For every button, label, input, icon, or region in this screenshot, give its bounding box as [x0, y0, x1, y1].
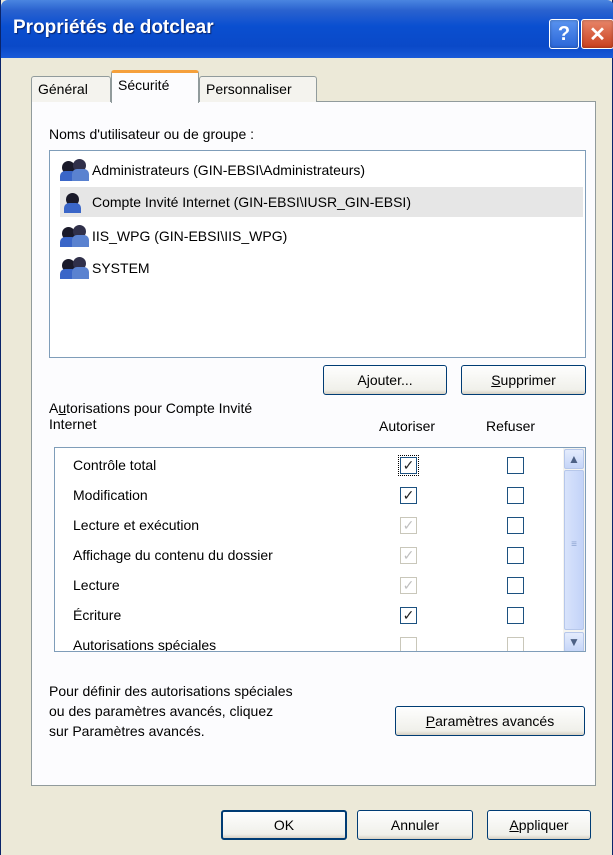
allow-checkbox: ✓ — [400, 517, 417, 534]
tab-security[interactable]: Sécurité — [111, 70, 199, 103]
allow-checkbox[interactable]: ✓ — [400, 487, 417, 504]
permission-name: Lecture et exécution — [73, 517, 200, 533]
users-listbox[interactable]: Administrateurs (GIN-EBSI\Administrateur… — [49, 150, 586, 358]
permissions-label: Autorisations pour Compte Invité Interne… — [49, 400, 253, 432]
deny-checkbox[interactable] — [507, 517, 524, 534]
permission-name: Affichage du contenu du dossier — [73, 547, 273, 563]
permission-row: Lecture ✓ — [55, 570, 555, 600]
user-name: SYSTEM — [92, 260, 150, 276]
allow-checkbox[interactable]: ✓ — [398, 455, 419, 476]
title-bar[interactable]: Propriétés de dotclear ? ✕ — [1, 0, 613, 58]
allow-checkbox: ✓ — [400, 547, 417, 564]
ok-button[interactable]: OK — [221, 810, 347, 840]
user-name: IIS_WPG (GIN-EBSI\IIS_WPG) — [92, 228, 288, 244]
deny-checkbox[interactable] — [507, 457, 524, 474]
permissions-list[interactable]: Contrôle total ✓ Modification ✓ Lecture et e… — [54, 447, 586, 652]
deny-checkbox[interactable] — [507, 547, 524, 564]
allow-checkbox — [400, 637, 417, 651]
users-label: Noms d'utilisateur ou de groupe : — [49, 126, 255, 142]
advanced-settings-button[interactable]: Paramètres avancés — [395, 706, 585, 736]
scroll-up-icon[interactable]: ▲ — [564, 449, 584, 469]
tab-customize[interactable]: Personnaliser — [199, 76, 317, 102]
allow-header: Autoriser — [379, 418, 436, 434]
deny-checkbox[interactable] — [507, 577, 524, 594]
permission-row: Autorisations spéciales — [55, 630, 555, 652]
group-users-icon — [60, 159, 90, 181]
user-icon — [60, 191, 90, 213]
deny-checkbox[interactable] — [507, 607, 524, 624]
close-button[interactable]: ✕ — [581, 19, 613, 49]
help-button[interactable]: ? — [549, 19, 579, 49]
permission-row: Contrôle total ✓ — [55, 450, 555, 480]
scroll-down-icon[interactable]: ▼ — [564, 632, 584, 651]
list-item[interactable]: Administrateurs (GIN-EBSI\Administrateur… — [60, 155, 583, 185]
user-name: Administrateurs (GIN-EBSI\Administrateur… — [92, 162, 366, 178]
user-name: Compte Invité Internet (GIN-EBSI\IUSR_GI… — [92, 194, 411, 210]
permission-row: Écriture ✓ — [55, 600, 555, 630]
tab-general[interactable]: Général — [31, 76, 111, 102]
permission-row: Lecture et exécution ✓ — [55, 510, 555, 540]
deny-header: Refuser — [486, 418, 536, 434]
permissions-scrollbar[interactable]: ▲ ≡ ▼ — [563, 448, 585, 651]
window-title: Propriétés de dotclear — [13, 17, 214, 38]
advanced-note: Pour définir des autorisations spéciales… — [49, 683, 293, 739]
permission-name: Autorisations spéciales — [73, 637, 217, 652]
properties-dialog: Propriétés de dotclear ? ✕ Général Sécur… — [0, 0, 613, 855]
deny-checkbox[interactable] — [507, 487, 524, 504]
list-item[interactable]: Compte Invité Internet (GIN-EBSI\IUSR_GI… — [60, 187, 583, 217]
allow-checkbox[interactable]: ✓ — [400, 607, 417, 624]
cancel-button[interactable]: Annuler — [357, 810, 473, 840]
permission-name: Contrôle total — [73, 457, 157, 473]
deny-checkbox — [507, 637, 524, 651]
add-button[interactable]: Aj outer... — [323, 365, 447, 395]
list-item[interactable]: SYSTEM — [60, 253, 583, 283]
list-item[interactable]: IIS_WPG (GIN-EBSI\IIS_WPG) — [60, 221, 583, 251]
permission-name: Écriture — [73, 607, 122, 623]
permission-row: Modification ✓ — [55, 480, 555, 510]
permission-name: Modification — [73, 487, 148, 503]
group-users-icon — [60, 225, 90, 247]
apply-button[interactable]: Appliquer — [487, 810, 591, 840]
scroll-thumb[interactable]: ≡ — [564, 470, 584, 630]
group-users-icon — [60, 257, 90, 279]
remove-button[interactable]: Supprimer — [461, 365, 586, 395]
permission-row: Affichage du contenu du dossier ✓ — [55, 540, 555, 570]
allow-checkbox: ✓ — [400, 577, 417, 594]
permission-name: Lecture — [73, 577, 120, 593]
